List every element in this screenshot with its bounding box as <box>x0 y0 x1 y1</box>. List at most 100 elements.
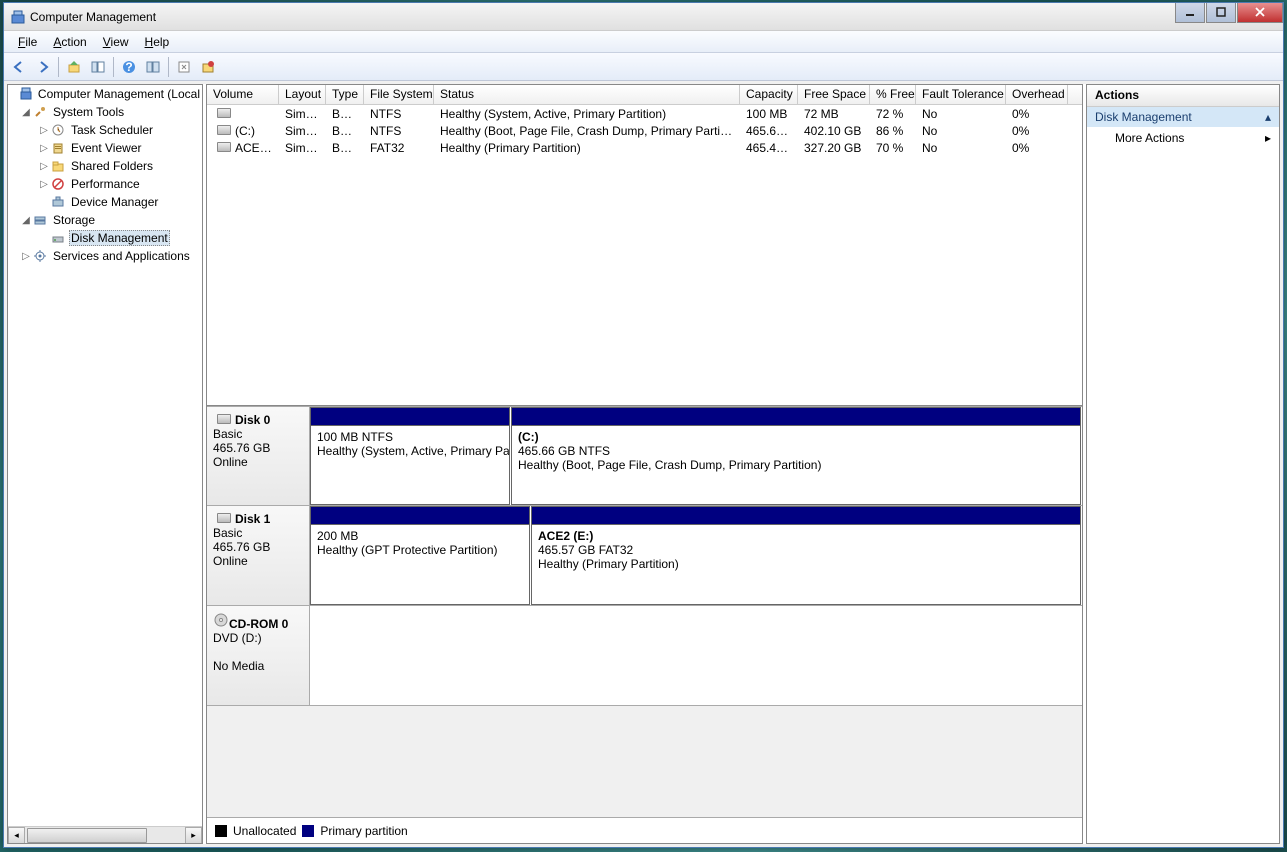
disk-partitions <box>310 606 1082 705</box>
col-volume[interactable]: Volume <box>207 85 279 104</box>
collapse-icon[interactable]: ◢ <box>20 215 32 226</box>
col-overhead[interactable]: Overhead <box>1006 85 1068 104</box>
window-controls <box>1174 3 1283 23</box>
tree-scrollbar[interactable]: ◂ ▸ <box>8 826 202 843</box>
menu-help[interactable]: Help <box>137 33 178 51</box>
scroll-left-button[interactable]: ◂ <box>8 827 25 844</box>
partition-label: ACE2 (E:) <box>538 529 593 543</box>
tree-label: Disk Management <box>69 230 170 246</box>
menu-action[interactable]: Action <box>45 33 94 51</box>
menu-file[interactable]: File <box>10 33 45 51</box>
expand-icon[interactable]: ▷ <box>20 251 32 262</box>
col-type[interactable]: Type <box>326 85 364 104</box>
titlebar[interactable]: Computer Management <box>4 3 1283 31</box>
col-status[interactable]: Status <box>434 85 740 104</box>
tree-services[interactable]: ▷ Services and Applications <box>8 247 202 265</box>
folder-icon <box>50 158 66 174</box>
actions-section[interactable]: Disk Management ▴ <box>1087 107 1279 127</box>
properties-button[interactable] <box>197 56 219 78</box>
show-hide-tree-button[interactable] <box>87 56 109 78</box>
volume-icon <box>217 108 231 118</box>
disk-size: 465.76 GB <box>213 540 270 554</box>
disk-type: Basic <box>213 526 242 540</box>
tree-device-manager[interactable]: Device Manager <box>8 193 202 211</box>
volume-row[interactable]: SimpleBasicNTFSHealthy (System, Active, … <box>207 105 1082 122</box>
back-button[interactable] <box>8 56 30 78</box>
svg-text:?: ? <box>125 60 132 74</box>
expand-icon[interactable]: ▷ <box>38 125 50 136</box>
collapse-icon[interactable]: ◢ <box>20 107 32 118</box>
col-freespace[interactable]: Free Space <box>798 85 870 104</box>
disk-info[interactable]: CD-ROM 0 DVD (D:) No Media <box>207 606 310 705</box>
partition[interactable]: ACE2 (E:) 465.57 GB FAT32 Healthy (Prima… <box>531 506 1081 605</box>
disk-info[interactable]: Disk 1 Basic 465.76 GB Online <box>207 506 310 605</box>
partition[interactable]: (C:) 465.66 GB NTFS Healthy (Boot, Page … <box>511 407 1081 505</box>
tree-storage[interactable]: ◢ Storage <box>8 211 202 229</box>
disk-row: Disk 1 Basic 465.76 GB Online 200 MB Hea… <box>207 506 1082 606</box>
volume-row[interactable]: ACE2 (E:)SimpleBasicFAT32Healthy (Primar… <box>207 139 1082 156</box>
tree-root[interactable]: Computer Management (Local <box>8 85 202 103</box>
col-pctfree[interactable]: % Free <box>870 85 916 104</box>
disk-status: Online <box>213 554 248 568</box>
menubar: File Action View Help <box>4 31 1283 53</box>
tree-panel: Computer Management (Local ◢ System Tool… <box>7 84 203 844</box>
expand-icon[interactable]: ▷ <box>38 161 50 172</box>
expand-icon[interactable]: ▷ <box>38 143 50 154</box>
up-button[interactable] <box>63 56 85 78</box>
maximize-button[interactable] <box>1206 3 1236 23</box>
partition-header <box>512 408 1080 426</box>
tree-event-viewer[interactable]: ▷ Event Viewer <box>8 139 202 157</box>
disk-row: Disk 0 Basic 465.76 GB Online 100 MB NTF… <box>207 406 1082 506</box>
partition-label: (C:) <box>518 430 539 444</box>
tree-shared-folders[interactable]: ▷ Shared Folders <box>8 157 202 175</box>
partition-header <box>532 507 1080 525</box>
disk-partitions: 200 MB Healthy (GPT Protective Partition… <box>310 506 1082 605</box>
content-area: Computer Management (Local ◢ System Tool… <box>7 84 1280 844</box>
scroll-right-button[interactable]: ▸ <box>185 827 202 844</box>
tree-label: Storage <box>51 212 97 228</box>
tree-systools[interactable]: ◢ System Tools <box>8 103 202 121</box>
col-filesystem[interactable]: File System <box>364 85 434 104</box>
partition-health: Healthy (System, Active, Primary Partiti… <box>317 444 509 458</box>
window: Computer Management File Action View Hel… <box>3 2 1284 848</box>
partition-header <box>311 408 509 426</box>
col-capacity[interactable]: Capacity <box>740 85 798 104</box>
tree-task-scheduler[interactable]: ▷ Task Scheduler <box>8 121 202 139</box>
volume-icon <box>217 125 231 135</box>
tree-label: Performance <box>69 176 142 192</box>
storage-icon <box>32 212 48 228</box>
col-fault[interactable]: Fault Tolerance <box>916 85 1006 104</box>
partition-info: 200 MB <box>317 529 358 543</box>
settings-button[interactable] <box>142 56 164 78</box>
disk-type: DVD (D:) <box>213 631 262 645</box>
volume-list[interactable]: SimpleBasicNTFSHealthy (System, Active, … <box>207 105 1082 405</box>
tree-disk-management[interactable]: Disk Management <box>8 229 202 247</box>
col-layout[interactable]: Layout <box>279 85 326 104</box>
scroll-thumb[interactable] <box>27 828 147 843</box>
partition[interactable]: 100 MB NTFS Healthy (System, Active, Pri… <box>310 407 510 505</box>
actions-more-label: More Actions <box>1115 131 1184 145</box>
menu-view[interactable]: View <box>95 33 137 51</box>
legend-swatch-unallocated <box>215 825 227 837</box>
tree-performance[interactable]: ▷ Performance <box>8 175 202 193</box>
volume-row[interactable]: (C:)SimpleBasicNTFSHealthy (Boot, Page F… <box>207 122 1082 139</box>
center-panel: Volume Layout Type File System Status Ca… <box>206 84 1083 844</box>
close-button[interactable] <box>1237 3 1283 23</box>
app-icon <box>10 9 26 25</box>
refresh-button[interactable] <box>173 56 195 78</box>
tree-label: Event Viewer <box>69 140 143 156</box>
disk-status: No Media <box>213 659 264 673</box>
expand-icon[interactable]: ▷ <box>38 179 50 190</box>
disk-name: CD-ROM 0 <box>213 612 303 631</box>
minimize-button[interactable] <box>1175 3 1205 23</box>
tree-label: Device Manager <box>69 194 160 210</box>
legend: Unallocated Primary partition <box>207 817 1082 843</box>
partition[interactable]: 200 MB Healthy (GPT Protective Partition… <box>310 506 530 605</box>
forward-button[interactable] <box>32 56 54 78</box>
partition-info: 465.57 GB FAT32 <box>538 543 633 557</box>
help-button[interactable]: ? <box>118 56 140 78</box>
disk-info[interactable]: Disk 0 Basic 465.76 GB Online <box>207 407 310 505</box>
partition-health: Healthy (Primary Partition) <box>538 557 679 571</box>
computer-icon <box>19 86 33 102</box>
actions-more[interactable]: More Actions ▸ <box>1087 127 1279 149</box>
